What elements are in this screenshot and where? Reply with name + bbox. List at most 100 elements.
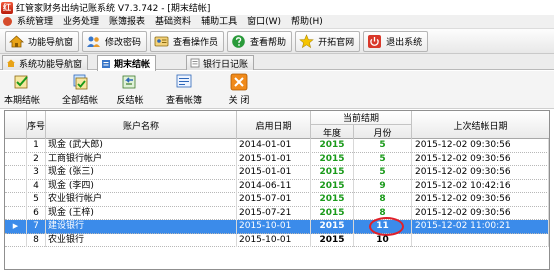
last-close-date: 2015-12-02 10:42:16 [412,179,549,193]
menu-help[interactable]: 帮助(H) [286,15,328,29]
view-ledger-button[interactable]: 查看帐簿 [166,73,202,107]
row-number: 3 [27,166,46,180]
period-year: 2015 [311,233,354,247]
col-start-date-header[interactable]: 启用日期 [237,111,311,139]
star-icon [299,33,314,49]
account-name: 现金 (武大郎) [46,139,237,153]
table-row[interactable]: 1 现金 (武大郎) 2014-01-01 2015 5 2015-12-02 … [5,139,549,153]
last-close-date: 2015-12-02 09:30:56 [412,152,549,166]
tab-bank-journal-label: 银行日记账 [203,59,249,70]
period-month: 10 [354,233,412,247]
row-indicator [5,233,27,247]
row-number: 1 [27,139,46,153]
account-name: 现金 (张三) [46,166,237,180]
period-year: 2015 [311,179,354,193]
view-ledger-label: 查看帐簿 [166,96,203,106]
period-month: 8 [354,206,412,220]
window-title: 红管家财务出纳记账系统 V7.3.742 - [期末结帐] [16,4,211,14]
start-date: 2015-10-01 [237,220,311,234]
account-name: 农业银行 [46,233,237,247]
bank-journal-tab-icon [190,58,200,68]
last-close-date: 2015-12-02 09:30:56 [412,166,549,180]
table-row[interactable]: 8 农业银行 2015-10-01 2015 10 [5,233,549,247]
row-number: 8 [27,233,46,247]
menu-system[interactable]: 系统管理 [12,15,58,29]
menu-basic-data[interactable]: 基础资料 [150,15,196,29]
title-bar: 红 红管家财务出纳记账系统 V7.3.742 - [期末结帐] [0,0,554,15]
tab-period-close[interactable]: 期末结帐 [97,55,157,71]
close-current-period-button[interactable]: 本期结帐 [4,73,40,107]
period-year: 2015 [311,139,354,153]
menu-window[interactable]: 窗口(W) [242,15,286,29]
period-close-tab-icon [101,59,111,69]
col-month-header[interactable]: 月份 [354,124,412,139]
users-icon [86,34,101,49]
col-indicator-header [5,111,27,139]
exit-system-label: 退出系统 [386,37,423,48]
action-toolbar: 本期结帐 全部结帐 反结帐 查看帐簿 关 闭 [0,71,554,109]
menu-reports[interactable]: 账簿报表 [104,15,150,29]
last-close-date: 2015-12-02 11:00:21 [412,220,549,234]
period-year: 2015 [311,206,354,220]
menu-bar: 系统管理 业务处理 账簿报表 基础资料 辅助工具 窗口(W) 帮助(H) [0,15,554,29]
period-month: 5 [354,139,412,153]
reverse-close-button[interactable]: 反结帐 [115,73,145,107]
tab-period-close-label: 期末结帐 [114,60,151,70]
col-name-header[interactable]: 账户名称 [46,111,237,139]
row-number: 4 [27,179,46,193]
menu-business[interactable]: 业务处理 [58,15,104,29]
row-number: 6 [27,206,46,220]
view-operator-button[interactable]: 查看操作员 [150,30,225,52]
table-row[interactable]: 2 工商银行帐户 2015-01-01 2015 5 2015-12-02 09… [5,152,549,166]
account-name: 建设银行 [46,220,237,234]
change-password-button[interactable]: 修改密码 [82,30,148,52]
exit-system-button[interactable]: 退出系统 [363,30,429,52]
row-indicator [5,139,27,153]
last-close-date: 2015-12-02 09:30:56 [412,206,549,220]
last-close-date: 2015-12-02 09:30:56 [412,193,549,207]
close-window-button[interactable]: 关 闭 [225,73,253,107]
close-all-label: 全部结帐 [62,96,99,106]
change-password-label: 修改密码 [105,37,142,48]
col-last-close-header[interactable]: 上次结帐日期 [412,111,549,139]
close-all-button[interactable]: 全部结帐 [62,73,98,107]
row-indicator [5,179,27,193]
period-month: 11 [354,220,412,234]
start-date: 2014-06-11 [237,179,311,193]
col-current-period-header: 当前结期 [311,111,412,124]
app-menu-icon[interactable] [3,17,12,26]
period-year: 2015 [311,152,354,166]
table-row[interactable]: 3 现金 (张三) 2015-01-01 2015 5 2015-12-02 0… [5,166,549,180]
tab-function-nav[interactable]: 系统功能导航窗 [2,55,89,70]
start-date: 2014-01-01 [237,139,311,153]
help-icon [231,34,246,49]
period-month: 9 [354,179,412,193]
reverse-close-icon [121,73,139,91]
last-close-date [412,233,549,247]
tab-function-nav-label: 系统功能导航窗 [19,59,83,70]
view-help-button[interactable]: 查看帮助 [227,30,293,52]
official-site-button[interactable]: 开拓官网 [295,30,361,52]
nav-window-button[interactable]: 功能导航窗 [5,30,80,52]
row-indicator [5,166,27,180]
table-row-selected[interactable]: ▶ 7 建设银行 2015-10-01 2015 11 2015-12-02 1… [5,217,549,236]
close-window-label: 关 闭 [228,96,250,106]
menu-tools[interactable]: 辅助工具 [196,15,242,29]
close-period-icon [13,73,31,91]
table-row[interactable]: 4 现金 (李四) 2014-06-11 2015 9 2015-12-02 1… [5,179,549,193]
view-ledger-icon [175,73,193,91]
col-year-header[interactable]: 年度 [311,124,354,139]
table-row[interactable]: 5 农业银行帐户 2015-07-01 2015 8 2015-12-02 09… [5,193,549,207]
account-name: 农业银行帐户 [46,193,237,207]
row-indicator [5,193,27,207]
table-row[interactable]: 6 现金 (王梓) 2015-07-21 2015 8 2015-12-02 0… [5,206,549,220]
row-indicator [5,206,27,220]
main-toolbar: 功能导航窗 修改密码 查看操作员 查看帮助 开拓官网 退出系统 [0,29,554,54]
power-icon [367,34,382,49]
row-indicator [5,152,27,166]
tab-bank-journal[interactable]: 银行日记账 [186,55,255,70]
row-number: 7 [27,220,46,234]
col-index-header[interactable]: 序号 [27,111,46,139]
close-current-period-label: 本期结帐 [4,96,41,106]
start-date: 2015-07-21 [237,206,311,220]
